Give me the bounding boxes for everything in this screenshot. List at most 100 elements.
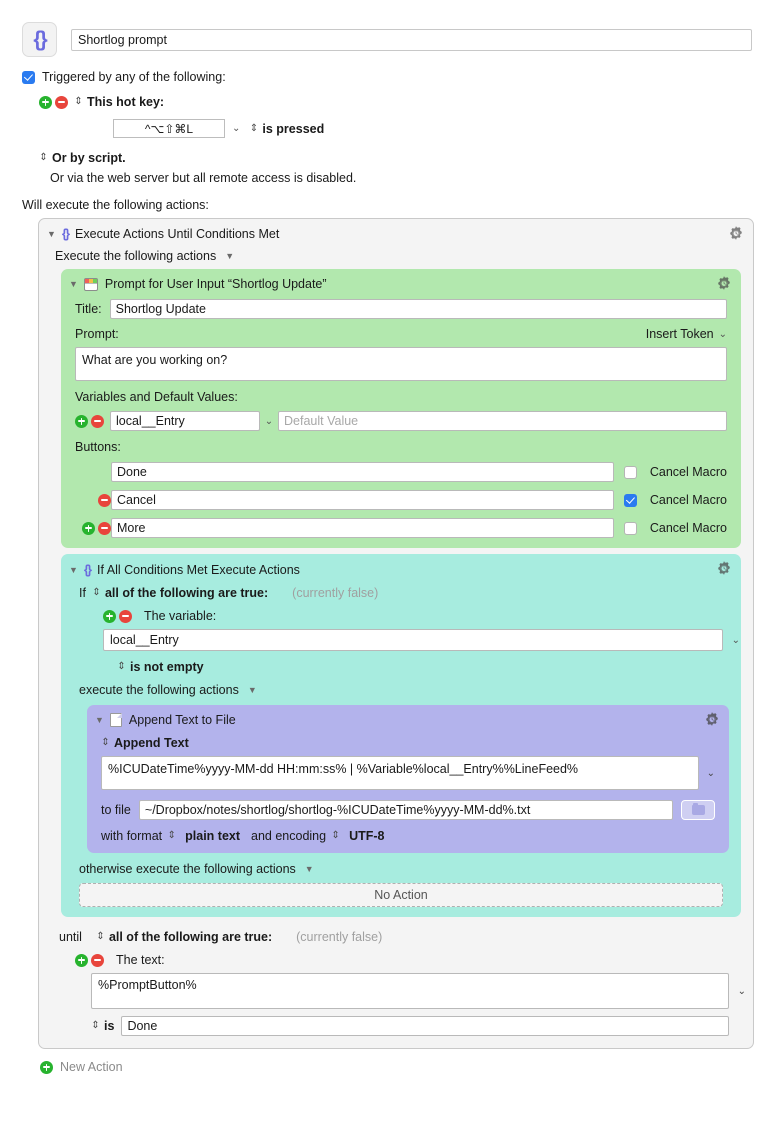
chevron-down-icon[interactable]: ⌄	[707, 768, 715, 779]
chevron-down-icon: ⌄	[718, 328, 727, 340]
chevron-updown-icon[interactable]: ⇕	[249, 123, 258, 134]
condition-variable-input[interactable]: local__Entry ⌄	[103, 629, 740, 651]
gear-clock-icon[interactable]	[704, 711, 720, 727]
chevron-down-icon[interactable]: ⌄	[260, 416, 278, 427]
if-action-title: If All Conditions Met Execute Actions	[97, 562, 300, 577]
variable-add-remove[interactable]	[75, 414, 104, 428]
button-label-input[interactable]: Cancel	[111, 490, 614, 510]
the-variable-label: The variable:	[144, 609, 217, 623]
new-action-label: New Action	[60, 1060, 123, 1074]
disclosure-triangle-icon[interactable]: ▼	[69, 565, 78, 575]
chevron-updown-icon[interactable]: ⇕	[92, 588, 101, 598]
cancel-macro-checkbox[interactable]	[623, 493, 637, 507]
no-action-placeholder[interactable]: No Action	[79, 883, 723, 907]
insert-token-button[interactable]: Insert Token ⌄	[646, 327, 727, 341]
to-file-row: to file ~/Dropbox/notes/shortlog/shortlo…	[87, 800, 729, 820]
hotkey-trigger-row: ⇕ This hot key:	[0, 95, 772, 109]
append-text-mode-row[interactable]: ⇕ Append Text	[87, 736, 729, 750]
button-label-value: Done	[117, 465, 147, 479]
to-file-label: to file	[101, 803, 131, 817]
gear-clock-icon[interactable]	[716, 275, 732, 291]
operator-row[interactable]: ⇕ is not empty	[61, 660, 741, 674]
chevron-down-icon[interactable]: ⌄	[738, 986, 746, 997]
prompt-for-user-input-action: ▼ Prompt for User Input “Shortlog Update…	[61, 269, 741, 548]
minus-circle-icon[interactable]	[55, 95, 68, 109]
cancel-macro-label: Cancel Macro	[649, 465, 727, 479]
cancel-macro-toggle[interactable]: Cancel Macro	[623, 493, 727, 507]
variable-name-input[interactable]: local__Entry	[110, 411, 260, 431]
chevron-down-icon[interactable]: ⌄	[232, 123, 240, 134]
webserver-note: Or via the web server but all remote acc…	[50, 171, 357, 185]
button-add-remove[interactable]	[75, 521, 111, 535]
until-text-input[interactable]: %PromptButton% ⌄	[91, 973, 746, 1009]
file-path-input[interactable]: ~/Dropbox/notes/shortlog/shortlog-%ICUDa…	[138, 800, 673, 820]
hotkey-value: ^⌥⇧⌘L	[144, 121, 194, 136]
chevron-down-icon[interactable]: ⌄	[732, 635, 740, 646]
plus-circle-icon[interactable]	[75, 953, 88, 967]
gear-clock-icon[interactable]	[716, 560, 732, 576]
macro-name-input[interactable]: Shortlog prompt	[71, 28, 752, 51]
button-label-input[interactable]: Done	[111, 462, 614, 482]
will-execute-label: Will execute the following actions:	[22, 198, 209, 212]
until-is-input[interactable]: Done	[121, 1016, 729, 1036]
prompt-text-input[interactable]: What are you working on?	[75, 347, 727, 381]
hotkey-input[interactable]: ^⌥⇧⌘L	[113, 119, 225, 138]
chevron-updown-icon[interactable]: ⇕	[117, 662, 126, 672]
braces-icon: {}	[83, 562, 92, 577]
disclosure-triangle-icon[interactable]: ▼	[95, 715, 104, 725]
and-encoding-label: and encoding	[251, 829, 327, 843]
trigger-checkbox[interactable]	[22, 70, 35, 84]
gear-clock-icon[interactable]	[728, 225, 744, 241]
minus-circle-icon[interactable]	[91, 414, 104, 428]
plus-circle-icon[interactable]	[103, 609, 116, 623]
prompt-title-input[interactable]: Shortlog Update	[109, 299, 727, 319]
condition-add-remove[interactable]	[103, 609, 132, 623]
button-add-remove[interactable]	[75, 493, 111, 507]
minus-circle-icon[interactable]	[98, 521, 111, 535]
cancel-macro-toggle[interactable]: Cancel Macro	[623, 521, 727, 535]
chevron-updown-icon[interactable]: ⇕	[167, 831, 176, 841]
hotkey-add-remove[interactable]	[39, 95, 68, 109]
button-row: Done Cancel Macro	[61, 462, 741, 482]
trigger-checkbox-row[interactable]: Triggered by any of the following:	[0, 70, 772, 84]
disclosure-triangle-icon[interactable]: ▼	[47, 229, 56, 239]
button-label-input[interactable]: More	[111, 518, 614, 538]
chevron-updown-icon[interactable]: ⇕	[39, 153, 48, 163]
plus-circle-icon[interactable]	[82, 521, 95, 535]
chevron-updown-icon[interactable]: ⇕	[96, 932, 105, 942]
folder-icon[interactable]	[681, 800, 715, 820]
button-row: More Cancel Macro	[61, 518, 741, 538]
chevron-down-icon[interactable]: ▼	[305, 864, 314, 874]
buttons-label: Buttons:	[75, 440, 121, 454]
chevron-updown-icon[interactable]: ⇕	[331, 831, 340, 841]
chevron-updown-icon[interactable]: ⇕	[74, 97, 83, 107]
minus-circle-icon[interactable]	[91, 953, 104, 967]
variables-label: Variables and Default Values:	[75, 390, 238, 404]
plus-circle-icon[interactable]	[40, 1060, 53, 1074]
new-action-button[interactable]: New Action	[0, 1060, 772, 1074]
script-trigger-row: ⇕ Or by script.	[0, 151, 772, 165]
chevron-down-icon[interactable]: ▼	[225, 251, 234, 261]
append-text-value: %ICUDateTime%yyyy-MM-dd HH:mm:ss% | %Var…	[108, 762, 579, 776]
execute-until-header: ▼ {} Execute Actions Until Conditions Me…	[39, 219, 753, 241]
plus-circle-icon[interactable]	[75, 414, 88, 428]
disclosure-triangle-icon[interactable]: ▼	[69, 279, 78, 289]
cancel-macro-toggle[interactable]: Cancel Macro	[623, 465, 727, 479]
document-icon	[109, 713, 122, 727]
chevron-updown-icon[interactable]: ⇕	[101, 738, 110, 748]
default-value-input[interactable]: Default Value	[278, 411, 727, 431]
minus-circle-icon[interactable]	[98, 493, 111, 507]
until-add-remove[interactable]	[75, 953, 104, 967]
cancel-macro-checkbox[interactable]	[623, 465, 637, 479]
plus-circle-icon[interactable]	[39, 95, 52, 109]
append-text-input[interactable]: %ICUDateTime%yyyy-MM-dd HH:mm:ss% | %Var…	[101, 756, 715, 790]
cancel-macro-checkbox[interactable]	[623, 521, 637, 535]
if-action-header: ▼ {} If All Conditions Met Execute Actio…	[61, 554, 741, 577]
window-icon	[83, 277, 98, 291]
minus-circle-icon[interactable]	[119, 609, 132, 623]
prompt-label-row: Prompt: Insert Token ⌄	[61, 327, 741, 341]
hotkey-condition: is pressed	[262, 121, 325, 136]
prompt-title-row: Title: Shortlog Update	[61, 299, 741, 319]
chevron-down-icon[interactable]: ▼	[248, 685, 257, 695]
chevron-updown-icon[interactable]: ⇕	[91, 1021, 100, 1031]
